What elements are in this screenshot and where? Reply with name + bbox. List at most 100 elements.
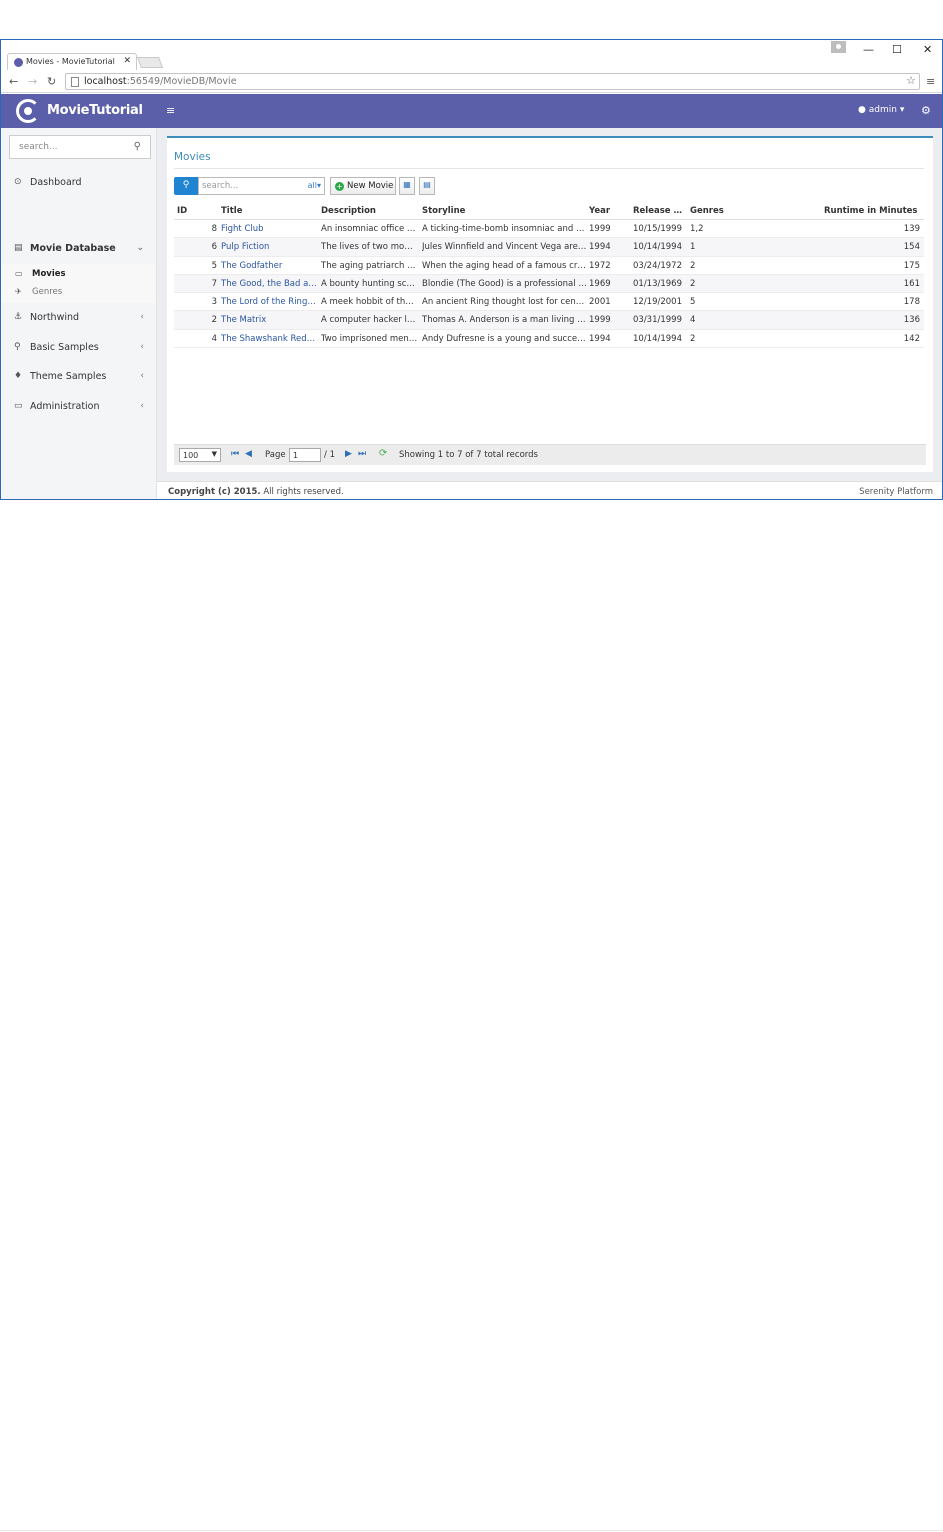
page-number-value: 1 <box>293 451 299 460</box>
column-header-year[interactable]: Year <box>589 206 629 216</box>
sidebar-subitem-movies[interactable]: ▭ Movies <box>1 266 156 284</box>
maximize-icon[interactable]: ☐ <box>892 43 902 56</box>
cell-runtime: 161 <box>903 278 920 289</box>
sidebar-toggle-icon[interactable]: ≡ <box>166 104 175 117</box>
sidebar-item-label: Basic Samples <box>30 342 99 353</box>
cell-year: 2001 <box>589 297 611 308</box>
quick-search-input[interactable]: search... all▾ <box>198 177 325 195</box>
sidebar-item-theme-samples[interactable]: ♦ Theme Samples ‹ <box>1 366 156 388</box>
browser-tab[interactable]: Movies - MovieTutorial ✕ <box>7 53 137 70</box>
cell-runtime: 178 <box>903 297 920 308</box>
column-header-title[interactable]: Title <box>221 206 317 216</box>
cell-release-date: 03/31/1999 <box>633 315 682 326</box>
url-host: localhost <box>84 76 127 87</box>
forward-icon[interactable]: → <box>28 75 37 88</box>
cell-runtime: 139 <box>903 224 920 234</box>
cell-id: 3 <box>211 297 217 308</box>
cell-year: 1999 <box>589 224 611 234</box>
wrench-icon: ⚲ <box>14 342 21 352</box>
cell-id: 2 <box>211 315 217 326</box>
minimize-icon[interactable]: — <box>863 43 874 56</box>
url-path: :56549/MovieDB/Movie <box>126 76 237 87</box>
cell-storyline: Blondie (The Good) is a professional g..… <box>422 278 587 289</box>
brand[interactable]: MovieTutorial <box>16 99 143 123</box>
sidebar-item-dashboard[interactable]: ⊙ Dashboard <box>1 172 156 194</box>
tab-close-icon[interactable]: ✕ <box>123 56 131 66</box>
cell-runtime: 142 <box>903 333 920 344</box>
table-row[interactable]: 8 Fight Club An insomniac office w... A … <box>174 220 924 239</box>
cell-genres: 4 <box>690 315 696 326</box>
last-page-icon[interactable]: ⏭ <box>358 449 366 459</box>
page-size-value: 100 <box>183 451 199 460</box>
cell-year: 1999 <box>589 315 611 326</box>
browser-titlebar: Movies - MovieTutorial ✕ — ☐ ✕ <box>1 40 942 71</box>
column-header-runtime[interactable]: Runtime in Minutes <box>774 206 920 216</box>
export-button[interactable]: ▤ <box>419 177 435 195</box>
new-movie-button[interactable]: + New Movie <box>330 177 396 195</box>
cell-release-date: 10/15/1999 <box>633 224 682 234</box>
reload-icon[interactable]: ↻ <box>47 75 56 88</box>
back-icon[interactable]: ← <box>9 75 18 88</box>
close-window-icon[interactable]: ✕ <box>923 43 932 56</box>
sidebar-search-input[interactable]: search... ⚲ <box>9 135 151 159</box>
column-header-description[interactable]: Description <box>321 206 418 216</box>
browser-menu-icon[interactable]: ≡ <box>926 75 935 88</box>
sidebar-item-basic-samples[interactable]: ⚲ Basic Samples ‹ <box>1 337 156 359</box>
page-icon <box>71 77 79 87</box>
table-row[interactable]: 3 The Lord of the Rings:... A meek hobbi… <box>174 293 924 312</box>
first-page-icon[interactable]: ⏮ <box>231 449 239 459</box>
sidebar-item-administration[interactable]: ▭ Administration ‹ <box>1 396 156 418</box>
user-name: admin <box>868 105 897 115</box>
cell-title-link[interactable]: Pulp Fiction <box>221 242 317 252</box>
table-row[interactable]: 6 Pulp Fiction The lives of two mob ... … <box>174 238 924 257</box>
cell-storyline: Jules Winnfield and Vincent Vega are t..… <box>422 242 587 253</box>
diamond-icon: ♦ <box>14 371 23 381</box>
table-row[interactable]: 5 The Godfather The aging patriarch of..… <box>174 257 924 275</box>
sidebar-subitem-genres[interactable]: ✈ Genres <box>1 284 156 302</box>
quick-search-button[interactable]: ⚲ <box>174 177 198 195</box>
cell-id: 8 <box>211 224 217 234</box>
cell-release-date: 01/13/1969 <box>633 278 682 289</box>
sidebar-submenu: ▭ Movies ✈ Genres <box>1 264 156 303</box>
table-row[interactable]: 2 The Matrix A computer hacker le... Tho… <box>174 311 924 330</box>
page-size-select[interactable]: 100 ▼ <box>179 448 221 462</box>
new-tab-button[interactable] <box>136 57 164 68</box>
user-icon: ● <box>858 105 866 115</box>
cell-runtime: 136 <box>903 315 920 326</box>
next-page-icon[interactable]: ▶ <box>345 449 352 459</box>
profile-icon[interactable] <box>831 41 846 53</box>
cell-release-date: 10/14/1994 <box>633 333 682 344</box>
cell-title-link[interactable]: The Shawshank Rede... <box>221 334 317 344</box>
table-row[interactable]: 4 The Shawshank Rede... Two imprisoned m… <box>174 330 924 349</box>
sidebar-item-label: Administration <box>30 401 100 412</box>
table-row[interactable]: 7 The Good, the Bad an... A bounty hunti… <box>174 274 924 294</box>
page-label: Page <box>265 450 286 460</box>
cell-year: 1994 <box>589 333 611 344</box>
column-header-release-date[interactable]: Release Da... <box>633 206 687 216</box>
quick-search-field-select[interactable]: all▾ <box>308 181 321 190</box>
cell-title-link[interactable]: The Godfather <box>221 261 317 271</box>
cell-title-link[interactable]: The Matrix <box>221 315 317 325</box>
page-number-input[interactable]: 1 <box>289 448 321 462</box>
cell-title-link[interactable]: Fight Club <box>221 224 317 234</box>
page-title: Movies <box>174 151 211 163</box>
bookmark-star-icon[interactable]: ☆ <box>906 74 916 87</box>
refresh-icon[interactable]: ⟳ <box>379 448 387 459</box>
platform-link[interactable]: Serenity Platform <box>859 487 933 497</box>
column-header-genres[interactable]: Genres <box>690 206 770 216</box>
settings-icon[interactable]: ⚙ <box>921 104 931 117</box>
chevron-left-icon: ‹ <box>140 371 144 381</box>
column-header-storyline[interactable]: Storyline <box>422 206 587 216</box>
user-menu[interactable]: ● admin ▾ <box>858 105 904 115</box>
browser-toolbar: ← → ↻ localhost:56549/MovieDB/Movie ☆ ≡ <box>1 71 942 93</box>
sidebar-item-movie-database[interactable]: ▤ Movie Database ⌄ <box>1 238 156 262</box>
sidebar-item-northwind[interactable]: ⚓ Northwind ‹ <box>1 307 156 329</box>
cell-title-link[interactable]: The Lord of the Rings:... <box>221 297 317 307</box>
address-bar[interactable]: localhost:56549/MovieDB/Movie ☆ <box>65 73 920 90</box>
column-header-id[interactable]: ID <box>177 206 217 216</box>
cell-title-link[interactable]: The Good, the Bad an... <box>221 279 317 289</box>
column-picker-button[interactable]: ▦ <box>399 177 415 195</box>
previous-page-icon[interactable]: ◀ <box>245 449 252 459</box>
search-icon: ⚲ <box>133 141 141 152</box>
chevron-left-icon: ‹ <box>140 312 144 322</box>
